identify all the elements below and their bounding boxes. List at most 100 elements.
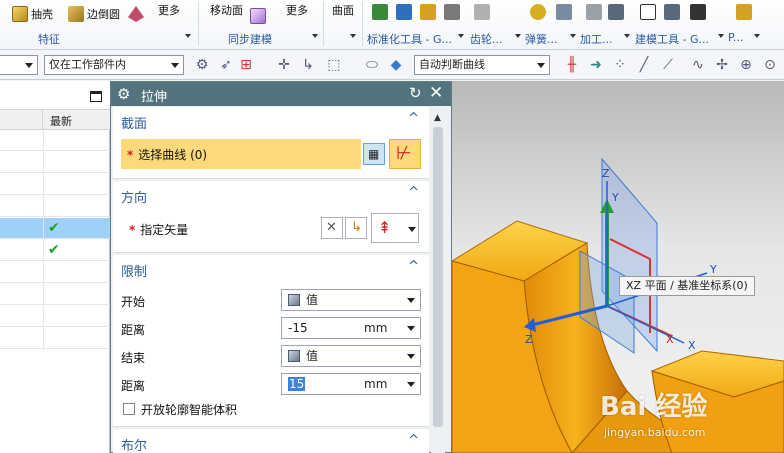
table-row[interactable]: [0, 130, 110, 151]
ribbon-separator: [198, 2, 199, 46]
more-button-2[interactable]: 更多: [286, 0, 308, 22]
modeling-tool-icon-3[interactable]: [690, 4, 706, 20]
standard-tool-icon-2[interactable]: [396, 4, 412, 20]
modeling-tool-icon-1[interactable]: [640, 4, 656, 20]
snap-icon-2[interactable]: ↳: [300, 57, 316, 73]
curve-rule-combo[interactable]: 自动判断曲线: [414, 55, 550, 75]
collapse-caret-icon[interactable]: ^: [408, 111, 419, 126]
specify-vector-label: 指定矢量: [140, 223, 189, 237]
group-expand-arrow[interactable]: [350, 34, 356, 38]
selection-toolbar: 仅在工作部件内 ⚙ ➶ ⊞ ✛ ↳ ⬚ ⬭ ◆ 自动判断曲线 ╫ ➜ ⁘ ╱ ⟋…: [0, 51, 784, 80]
collapse-caret-icon[interactable]: ^: [408, 259, 419, 274]
gear-icon[interactable]: ⚙: [117, 85, 130, 103]
table-row[interactable]: ✔: [0, 218, 110, 239]
table-row[interactable]: [0, 284, 110, 305]
navigator-header: [0, 81, 110, 109]
column-latest-header[interactable]: 最新: [50, 113, 72, 129]
rectangle-select-icon[interactable]: ⬚: [326, 57, 342, 73]
shell-command[interactable]: 抽壳: [12, 2, 53, 26]
table-row[interactable]: [0, 152, 110, 173]
group-expand-arrow[interactable]: [624, 34, 630, 38]
stop-at-intersection-icon[interactable]: ╫: [564, 57, 580, 73]
offset-region-button[interactable]: [250, 4, 266, 28]
snap-icon[interactable]: ✛: [276, 57, 292, 73]
edge-blend-command[interactable]: 边倒圆: [68, 2, 120, 26]
line-snap-icon[interactable]: ╱: [636, 57, 652, 73]
spring-tool-icon-2[interactable]: [556, 4, 572, 20]
chamfer-icon-button[interactable]: [128, 2, 144, 26]
select-arrow-icon[interactable]: ➶: [218, 57, 234, 73]
sketch-section-button[interactable]: ▦: [363, 143, 385, 165]
spring-tool-icon-1[interactable]: [530, 4, 546, 20]
maximize-icon[interactable]: [90, 91, 102, 102]
machining-tool-icon-1[interactable]: [586, 4, 602, 20]
type-filter-combo[interactable]: [0, 55, 38, 75]
reset-icon[interactable]: ↻: [409, 84, 422, 102]
table-row[interactable]: [0, 196, 110, 217]
scroll-thumb[interactable]: [433, 127, 443, 427]
chamfer-icon: [128, 6, 144, 22]
distance1-input[interactable]: -15 mm: [281, 317, 421, 339]
reverse-direction-button[interactable]: ✕: [321, 217, 343, 239]
dialog-scrollbar[interactable]: ▲: [431, 113, 445, 453]
vector-type-dropdown[interactable]: ⇞: [371, 213, 419, 243]
limits-header[interactable]: 限制: [121, 261, 147, 280]
solid-select-icon[interactable]: ◆: [388, 57, 404, 73]
group-expand-arrow[interactable]: [312, 34, 318, 38]
curve-snap-icon[interactable]: ∿: [690, 57, 706, 73]
table-row[interactable]: [0, 328, 110, 349]
follow-fillet-icon[interactable]: ➜: [588, 57, 604, 73]
group-expand-arrow[interactable]: [718, 34, 724, 38]
close-icon[interactable]: ✕: [429, 83, 443, 103]
table-row[interactable]: [0, 174, 110, 195]
modeling-tool-icon-2[interactable]: [664, 4, 680, 20]
open-profile-checkbox[interactable]: [123, 403, 135, 415]
column-name-header[interactable]: [0, 110, 43, 130]
vector-dialog-button[interactable]: ↳: [345, 217, 367, 239]
move-face-command[interactable]: 移动面: [210, 0, 243, 22]
group-expand-arrow[interactable]: [458, 34, 464, 38]
quadrant-snap-icon[interactable]: ⊕: [738, 57, 754, 73]
end-type-select[interactable]: 值: [281, 345, 421, 367]
standard-tool-icon-1[interactable]: [372, 4, 388, 20]
curve-button[interactable]: ⊬: [389, 139, 421, 169]
select-filter-icon[interactable]: ⚙: [194, 57, 210, 73]
center-snap-icon[interactable]: ⊙: [762, 57, 778, 73]
group-label-feature: 特征: [38, 33, 60, 46]
p-tool-icon[interactable]: [736, 4, 752, 20]
direction-header[interactable]: 方向: [121, 187, 147, 206]
intersection-snap-icon[interactable]: ✢: [714, 57, 730, 73]
group-expand-arrow[interactable]: [515, 34, 521, 38]
surface-command[interactable]: 曲面: [332, 0, 354, 22]
column-divider: [43, 218, 44, 239]
standard-tool-icon-4[interactable]: [444, 4, 460, 20]
group-expand-arrow[interactable]: [754, 34, 760, 38]
column-divider: [43, 262, 44, 283]
axis-y-top-label: Y: [611, 191, 619, 204]
curve-rule-value: 自动判断曲线: [419, 58, 485, 71]
group-expand-arrow[interactable]: [185, 34, 191, 38]
general-select-icon[interactable]: ⊞: [238, 57, 254, 73]
section-header[interactable]: 截面: [121, 113, 147, 132]
standard-tool-icon-3[interactable]: [420, 4, 436, 20]
points-icon[interactable]: ⁘: [612, 57, 628, 73]
select-curve-row[interactable]: * 选择曲线 (0): [121, 139, 361, 169]
distance2-value: 15: [288, 377, 306, 391]
start-type-select[interactable]: 值: [281, 289, 421, 311]
tangent-snap-icon[interactable]: ⟋: [660, 57, 676, 73]
scroll-up-icon[interactable]: ▲: [434, 113, 441, 123]
table-row[interactable]: [0, 262, 110, 283]
collapse-caret-icon[interactable]: ^: [408, 185, 419, 200]
surface-label: 曲面: [332, 4, 354, 17]
group-expand-arrow[interactable]: [570, 34, 576, 38]
gear-tool-icon[interactable]: [474, 4, 490, 20]
table-row[interactable]: ✔: [0, 240, 110, 261]
distance2-input[interactable]: 15 mm: [281, 373, 421, 395]
selection-scope-combo[interactable]: 仅在工作部件内: [44, 55, 184, 75]
machining-tool-icon-2[interactable]: [608, 4, 624, 20]
more-button-1[interactable]: 更多: [158, 0, 180, 22]
collapse-caret-icon[interactable]: ^: [408, 433, 419, 448]
eraser-icon[interactable]: ⬭: [364, 57, 380, 73]
boolean-header[interactable]: 布尔: [121, 435, 147, 453]
table-row[interactable]: [0, 306, 110, 327]
